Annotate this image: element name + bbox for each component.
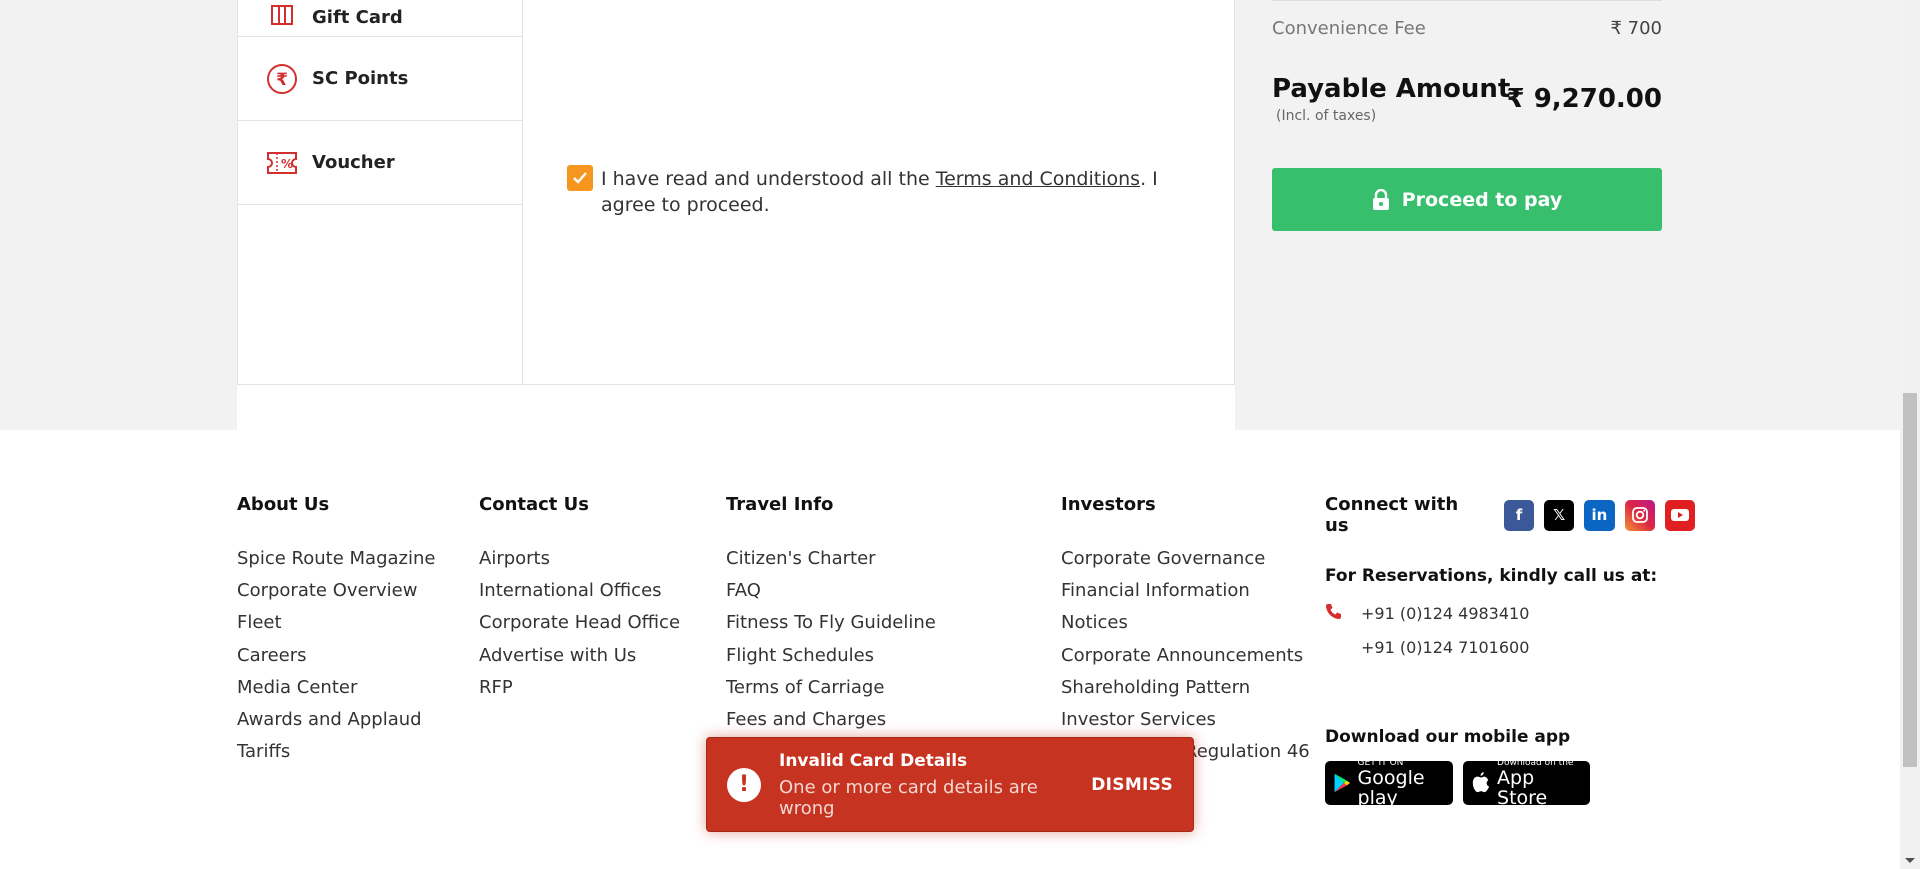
exclamation-icon: ! xyxy=(727,767,761,802)
phone-row: +91 (0)124 7101600 xyxy=(1325,638,1705,657)
payment-method-label: Voucher xyxy=(312,152,395,173)
footer-link[interactable]: Advertise with Us xyxy=(479,640,680,672)
toast-message: One or more card details are wrong xyxy=(779,776,1038,819)
footer-link[interactable]: Airports xyxy=(479,543,680,575)
footer-link[interactable]: Notices xyxy=(1061,607,1310,639)
scroll-down-arrow-icon[interactable] xyxy=(1905,858,1915,863)
divider xyxy=(1272,0,1662,1)
download-app-title: Download our mobile app xyxy=(1325,727,1571,747)
page-scrollbar[interactable] xyxy=(1900,0,1920,869)
convenience-fee-label: Convenience Fee xyxy=(1272,18,1426,39)
svg-text:%: % xyxy=(281,157,293,171)
payment-method-voucher[interactable]: % Voucher xyxy=(238,121,522,205)
svg-text:₹: ₹ xyxy=(276,70,288,90)
payment-method-label: SC Points xyxy=(312,68,409,89)
phone-number-2[interactable]: +91 (0)124 7101600 xyxy=(1361,638,1529,657)
footer-link[interactable]: Fitness To Fly Guideline xyxy=(726,607,936,639)
footer-link[interactable]: Corporate Announcements xyxy=(1061,640,1310,672)
terms-checkbox[interactable] xyxy=(567,165,593,191)
footer-contact-title: Contact Us xyxy=(479,494,590,515)
payment-method-label: Gift Card xyxy=(312,7,403,28)
google-play-icon xyxy=(1334,773,1350,793)
phone-icon xyxy=(1325,602,1349,624)
footer-link[interactable]: Citizen's Charter xyxy=(726,543,936,575)
footer-link[interactable]: Fees and Charges xyxy=(726,704,936,736)
payable-amount-block: Payable Amount ₹ 9,270.00 (Incl. of taxe… xyxy=(1272,74,1662,124)
youtube-icon[interactable] xyxy=(1664,499,1695,531)
convenience-fee-amount: ₹ 700 xyxy=(1610,18,1662,39)
voucher-icon: % xyxy=(266,147,298,179)
footer-link[interactable]: Spice Route Magazine xyxy=(237,543,435,575)
payment-method-gift-card[interactable]: Gift Card xyxy=(238,0,522,37)
footer-investors-title: Investors xyxy=(1061,494,1156,515)
reservations-title: For Reservations, kindly call us at: xyxy=(1325,566,1658,586)
footer-link[interactable]: Corporate Governance xyxy=(1061,543,1310,575)
phone-row: +91 (0)124 4983410 xyxy=(1325,602,1705,624)
footer-about-title: About Us xyxy=(237,494,330,515)
gift-card-icon xyxy=(266,0,298,28)
footer-about-column: About Us Spice Route Magazine Corporate … xyxy=(237,494,435,768)
terms-text: I have read and understood all the Terms… xyxy=(601,166,1207,218)
terms-prefix: I have read and understood all the xyxy=(601,168,936,190)
footer-link[interactable]: Tariffs xyxy=(237,736,435,768)
x-twitter-icon[interactable]: 𝕏 xyxy=(1544,499,1575,531)
toast-title: Invalid Card Details xyxy=(779,750,968,771)
footer-link[interactable]: Awards and Applaud xyxy=(237,704,435,736)
payment-panel: Gift Card ₹ SC Points % Voucher I have r… xyxy=(237,0,1235,430)
phone-number-1[interactable]: +91 (0)124 4983410 xyxy=(1361,604,1529,623)
app-store-big-text: App Store xyxy=(1497,767,1548,809)
google-play-badge[interactable]: GET IT ON Google play xyxy=(1325,758,1453,809)
footer-link[interactable]: RFP xyxy=(479,672,680,704)
footer-link[interactable]: Corporate Head Office xyxy=(479,607,680,639)
terms-link[interactable]: Terms and Conditions xyxy=(936,168,1140,190)
footer-contact-column: Contact Us Airports International Office… xyxy=(479,494,680,704)
rupee-icon: ₹ xyxy=(266,63,298,95)
footer-travel-title: Travel Info xyxy=(726,494,834,515)
terms-agreement: I have read and understood all the Terms… xyxy=(567,165,1207,218)
payment-method-sc-points[interactable]: ₹ SC Points xyxy=(238,37,522,121)
proceed-to-pay-button[interactable]: Proceed to pay xyxy=(1272,168,1662,231)
error-toast: ! Invalid Card Details One or more card … xyxy=(706,737,1194,832)
footer-link[interactable]: Media Center xyxy=(237,672,435,704)
dismiss-button[interactable]: DISMISS xyxy=(1091,775,1173,795)
footer-connect-title: Connect with us xyxy=(1325,494,1459,536)
apple-icon xyxy=(1472,772,1490,793)
scrollbar-thumb[interactable] xyxy=(1903,393,1917,767)
footer-connect-column: Connect with us f 𝕏 in For Reservations,… xyxy=(1325,494,1705,809)
footer-link[interactable]: FAQ xyxy=(726,575,936,607)
facebook-icon[interactable]: f xyxy=(1503,499,1535,531)
footer-link[interactable]: Financial Information xyxy=(1061,575,1310,607)
checkmark-icon xyxy=(573,172,587,184)
proceed-to-pay-label: Proceed to pay xyxy=(1401,188,1563,211)
linkedin-icon[interactable]: in xyxy=(1584,499,1615,531)
lock-icon xyxy=(1372,188,1389,210)
footer-link[interactable]: Fleet xyxy=(237,607,435,639)
footer-travel-column: Travel Info Citizen's Charter FAQ Fitnes… xyxy=(726,494,936,736)
footer-link[interactable]: Investor Services xyxy=(1061,704,1310,736)
footer-link[interactable]: Shareholding Pattern xyxy=(1061,672,1310,704)
payment-method-list: Gift Card ₹ SC Points % Voucher xyxy=(237,0,523,385)
footer-link[interactable]: Corporate Overview xyxy=(237,575,435,607)
convenience-fee-row: Convenience Fee ₹ 700 xyxy=(1272,18,1662,39)
instagram-icon[interactable] xyxy=(1624,499,1655,531)
app-store-badge[interactable]: Download on the App Store xyxy=(1463,758,1590,809)
google-play-big-text: Google play xyxy=(1357,767,1425,809)
footer-link[interactable]: International Offices xyxy=(479,575,680,607)
footer-link[interactable]: Terms of Carriage xyxy=(726,672,936,704)
footer-investors-column: Investors Corporate Governance Financial… xyxy=(1061,494,1310,768)
footer-link[interactable]: Flight Schedules xyxy=(726,640,936,672)
payable-amount-value: ₹ 9,270.00 xyxy=(1506,84,1662,114)
footer-link[interactable]: Careers xyxy=(237,640,435,672)
